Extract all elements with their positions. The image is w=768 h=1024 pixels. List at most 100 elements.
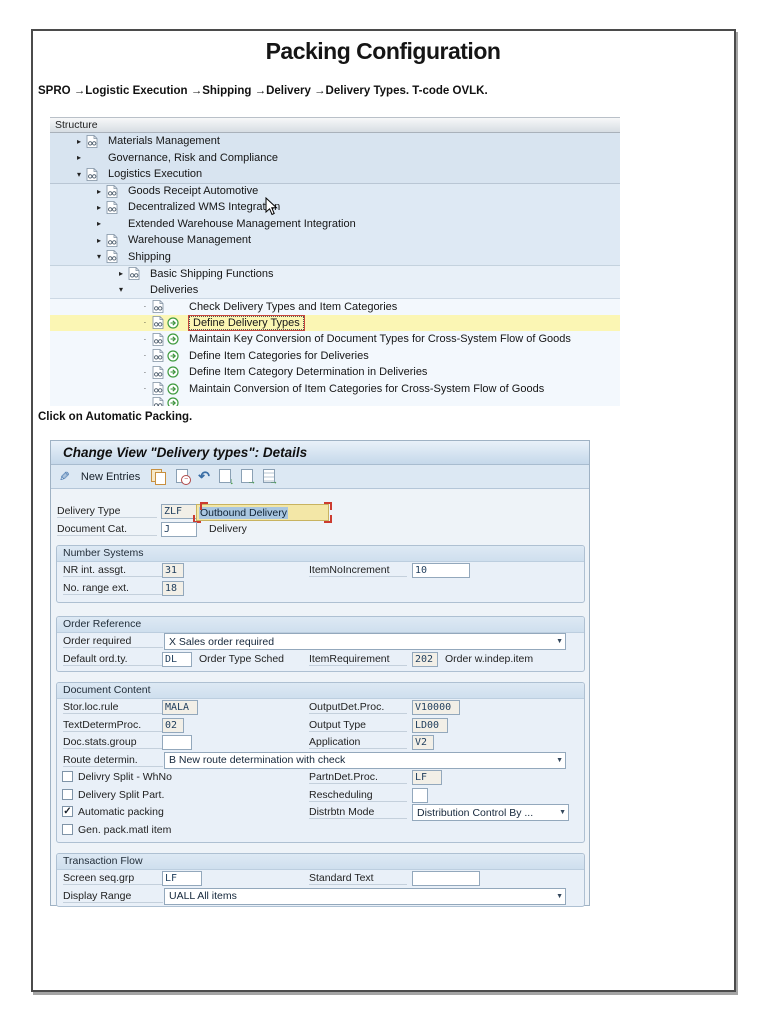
copy-button[interactable]	[151, 468, 166, 486]
delivery-type-field[interactable]: ZLF	[161, 504, 197, 519]
delivery-type-desc-field[interactable]: Outbound Delivery	[196, 504, 329, 521]
leaf-bullet-icon: ·	[138, 368, 152, 377]
select-block-button[interactable]: ↓	[219, 468, 232, 486]
nr-int-assgt-label: NR int. assgt.	[63, 564, 163, 577]
img-node-icon	[106, 185, 121, 198]
tree-header: Structure	[50, 117, 620, 133]
tree-item-label[interactable]: Shipping	[128, 251, 171, 263]
section-transaction-flow: Transaction Flow Screen seq.grp LF Stand…	[56, 853, 585, 907]
tree-item-label[interactable]: Warehouse Management	[128, 234, 251, 246]
partn-det-proc-field[interactable]: LF	[412, 770, 442, 785]
tree-row[interactable]: ▸ Basic Shipping Functions	[50, 265, 620, 282]
tree-item-label[interactable]: Extended Warehouse Management Integratio…	[128, 218, 356, 230]
output-type-field[interactable]: LD00	[412, 718, 448, 733]
output-det-proc-field[interactable]: V10000	[412, 700, 460, 715]
tree-item-label[interactable]: Decentralized WMS Integration	[128, 201, 280, 213]
delivery-split-part-checkbox[interactable]	[62, 789, 73, 800]
nr-int-assgt-field[interactable]: 31	[162, 563, 184, 578]
img-node-icon	[106, 234, 121, 247]
tree-item-label[interactable]: Goods Receipt Automotive	[128, 185, 258, 197]
expand-arrow-icon[interactable]: ▸	[92, 236, 106, 245]
tree-row[interactable]: ▸ Goods Receipt Automotive	[50, 183, 620, 200]
tree-row[interactable]: · Define Item Category Determination in …	[50, 364, 620, 381]
next-entry-button[interactable]: →	[241, 468, 254, 486]
tree-row[interactable]: ▾ Shipping	[50, 249, 620, 266]
section-title: Order Reference	[57, 617, 584, 633]
tree-item-label[interactable]: Define Item Category Determination in De…	[189, 366, 427, 378]
tree-row[interactable]: · Maintain Conversion of Item Categories…	[50, 381, 620, 398]
tree-row[interactable]: · Check Delivery Types and Item Categori…	[50, 298, 620, 315]
dropdown-arrow-icon[interactable]: ▼	[559, 809, 566, 816]
route-determin-dropdown[interactable]: B New route determination with check ▼	[164, 752, 566, 769]
dropdown-arrow-icon[interactable]: ▼	[556, 893, 563, 900]
delete-button[interactable]: −	[175, 468, 189, 486]
delivry-split-whno-checkbox[interactable]	[62, 771, 73, 782]
tree-row[interactable]: ▸ Warehouse Management	[50, 232, 620, 249]
undo-button[interactable]: ↶	[198, 468, 210, 486]
gen-pack-matl-checkbox[interactable]	[62, 824, 73, 835]
tree-row[interactable]: ▸ Governance, Risk and Compliance	[50, 150, 620, 167]
tree-item-label[interactable]: Deliveries	[150, 284, 198, 296]
document-cat-label: Document Cat.	[57, 523, 157, 536]
application-field[interactable]: V2	[412, 735, 434, 750]
tree-item-label[interactable]: Define Item Categories for Deliveries	[189, 350, 369, 362]
tree-item-label[interactable]: Maintain Conversion of Item Categories f…	[189, 383, 544, 395]
tree-item-label[interactable]: Check Delivery Types and Item Categories	[189, 301, 397, 313]
default-ord-ty-desc: Order Type Sched	[199, 653, 284, 665]
tree-item-label[interactable]: Materials Management	[108, 135, 220, 147]
dropdown-arrow-icon[interactable]: ▼	[556, 757, 563, 764]
display-change-button[interactable]: ✎	[59, 468, 70, 486]
new-entries-button[interactable]: New Entries	[79, 468, 142, 486]
collapse-arrow-icon[interactable]: ▾	[92, 252, 106, 261]
distrbtn-mode-dropdown[interactable]: Distribution Control By ... ▼	[412, 804, 569, 821]
tree-row[interactable]: · Maintain Key Conversion of Document Ty…	[50, 331, 620, 348]
section-title: Number Systems	[57, 546, 584, 562]
menu-path-text: SPRO →Logistic Execution →Shipping →Deli…	[38, 85, 488, 97]
tree-item-label[interactable]: Logistics Execution	[108, 168, 202, 180]
display-range-dropdown[interactable]: UALL All items ▼	[164, 888, 566, 905]
screen-seq-grp-field[interactable]: LF	[162, 871, 202, 886]
execute-icon[interactable]	[167, 383, 182, 395]
tree-row-selected[interactable]: · Define Delivery Types	[50, 315, 620, 332]
stor-loc-rule-field[interactable]: MALA	[162, 700, 198, 715]
leaf-bullet-icon: ·	[138, 302, 152, 311]
tree-row[interactable]: ▾ Logistics Execution	[50, 166, 620, 183]
expand-arrow-icon[interactable]: ▸	[114, 269, 128, 278]
tree-item-label[interactable]: Maintain Key Conversion of Document Type…	[189, 333, 571, 345]
collapse-arrow-icon[interactable]: ▾	[114, 285, 128, 294]
item-requirement-field[interactable]: 202	[412, 652, 438, 667]
tree-item-label[interactable]: Governance, Risk and Compliance	[108, 152, 278, 164]
expand-arrow-icon[interactable]: ▸	[72, 137, 86, 146]
execute-icon[interactable]	[167, 366, 182, 378]
expand-arrow-icon[interactable]: ▸	[92, 219, 106, 228]
collapse-arrow-icon[interactable]: ▾	[72, 170, 86, 179]
expand-arrow-icon[interactable]: ▸	[92, 187, 106, 196]
tree-row[interactable]: ▸ Materials Management	[50, 133, 620, 150]
execute-icon[interactable]	[167, 333, 182, 345]
tree-row[interactable]: ▸ Extended Warehouse Management Integrat…	[50, 216, 620, 233]
sap-toolbar: ✎ New Entries − ↶ ↓	[51, 465, 589, 489]
tree-row[interactable]: ▾ Deliveries	[50, 282, 620, 299]
item-no-increment-field[interactable]: 10	[412, 563, 470, 578]
section-title: Document Content	[57, 683, 584, 699]
tree-item-label[interactable]: Basic Shipping Functions	[150, 268, 274, 280]
execute-icon[interactable]	[167, 317, 182, 329]
automatic-packing-checkbox[interactable]: ✓	[62, 806, 73, 817]
tree-row[interactable]: ▸ Decentralized WMS Integration	[50, 199, 620, 216]
document-cat-field[interactable]: J	[161, 522, 197, 537]
doc-stats-group-field[interactable]	[162, 735, 192, 750]
rescheduling-field[interactable]	[412, 788, 428, 803]
dropdown-arrow-icon[interactable]: ▼	[556, 638, 563, 645]
text-determ-proc-field[interactable]: 02	[162, 718, 184, 733]
route-determin-label: Route determin.	[63, 754, 163, 767]
execute-icon[interactable]	[167, 350, 182, 362]
adopt-button[interactable]: →	[263, 468, 276, 486]
no-range-ext-field[interactable]: 18	[162, 581, 184, 596]
order-required-dropdown[interactable]: X Sales order required ▼	[164, 633, 566, 650]
standard-text-field[interactable]	[412, 871, 480, 886]
tree-item-label-selected[interactable]: Define Delivery Types	[189, 316, 304, 330]
tree-row[interactable]: · Define Item Categories for Deliveries	[50, 348, 620, 365]
expand-arrow-icon[interactable]: ▸	[92, 203, 106, 212]
default-ord-ty-field[interactable]: DL	[162, 652, 192, 667]
expand-arrow-icon[interactable]: ▸	[72, 153, 86, 162]
